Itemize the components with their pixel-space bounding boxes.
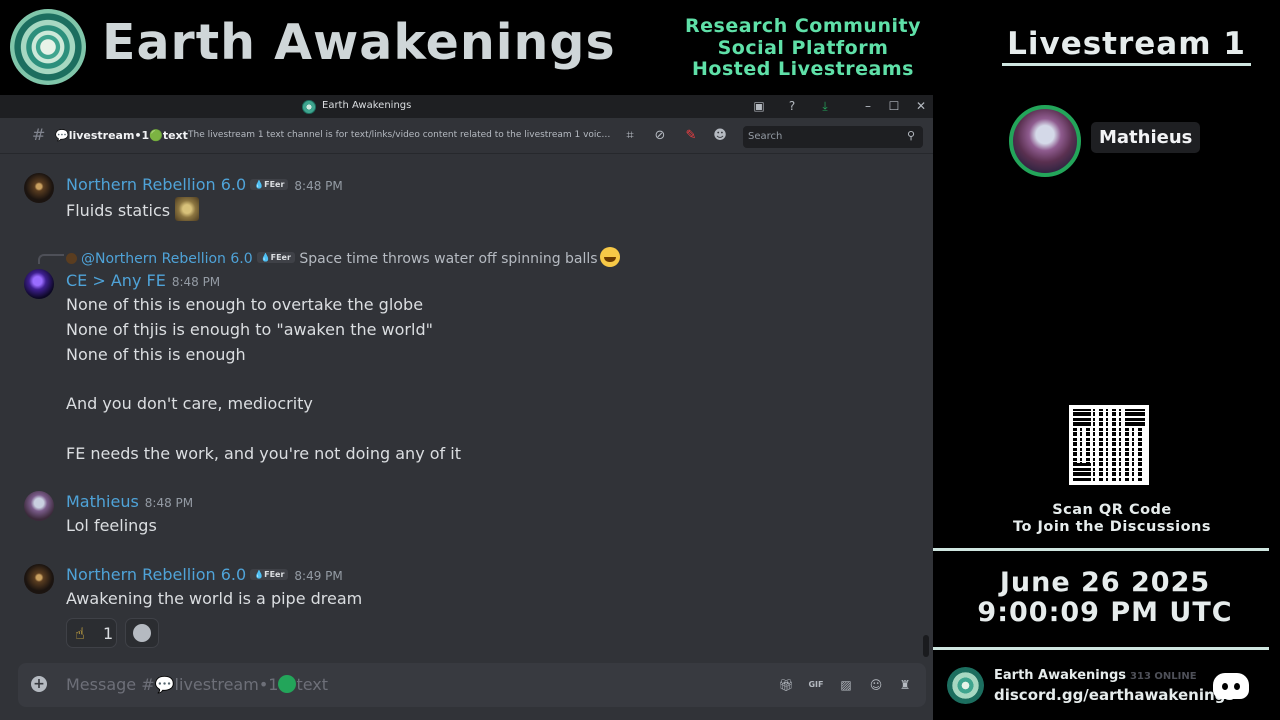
tagline-line: Social Platform [717, 36, 889, 59]
placeholder-channel: livestream•1 [174, 675, 279, 694]
green-circle-icon [278, 675, 297, 693]
gift-icon[interactable]: 🎁︎ [778, 677, 794, 693]
grinning-emoji-icon [599, 247, 620, 267]
speaker-name: Mathieus [1091, 122, 1201, 153]
add-icon[interactable]: + [31, 676, 47, 692]
avatar[interactable] [24, 269, 54, 299]
close-icon[interactable]: ✕ [913, 98, 929, 114]
server-name: Earth Awakenings 313 ONLINE [994, 668, 1197, 683]
search-placeholder: Search [748, 131, 783, 142]
role-badge: 💧FEer [250, 569, 289, 580]
app-logo-icon [302, 100, 316, 114]
search-input[interactable]: Search ⚲ [743, 126, 923, 148]
pointing-up-emoji-icon: ☝ [75, 624, 85, 643]
pin-icon[interactable]: ✎ [683, 128, 699, 144]
reaction-count: 1 [103, 624, 114, 643]
message-author[interactable]: Northern Rebellion 6.0 💧FEer 8:48 PM [66, 175, 343, 194]
message-text: Awakening the world is a pipe dream [66, 589, 363, 608]
timestamp: 8:48 PM [294, 179, 343, 193]
message-author[interactable]: Mathieus 8:48 PM [66, 492, 193, 511]
screen-share-icon[interactable]: ▣ [751, 98, 767, 114]
speaker-avatar [1009, 105, 1081, 177]
scan-line: To Join the Discussions [1012, 519, 1211, 535]
add-reaction-button[interactable] [125, 618, 159, 648]
sticker-icon[interactable]: ▨ [838, 677, 854, 693]
server-name-text: Earth Awakenings [994, 668, 1127, 683]
title-underline [1002, 63, 1251, 66]
reply-preview[interactable]: @Northern Rebellion 6.0 💧FEer Space time … [66, 247, 620, 267]
channel-topic[interactable]: The livestream 1 text channel is for tex… [188, 130, 613, 140]
message-list[interactable]: Northern Rebellion 6.0 💧FEer 8:48 PM Fluid… [0, 154, 933, 664]
banner-title: Earth Awakenings [102, 14, 616, 71]
placeholder-suffix: text [296, 675, 329, 694]
minimize-icon[interactable]: – [860, 98, 876, 114]
discord-logo-icon [1213, 673, 1249, 699]
scan-instructions: Scan QR Code To Join the Discussions [990, 502, 1234, 536]
tagline-line: Research Community [685, 15, 921, 37]
author-name[interactable]: Northern Rebellion 6.0 [66, 565, 246, 584]
tagline-line: Hosted Livestreams [692, 58, 914, 80]
help-icon[interactable]: ? [784, 98, 800, 114]
avatar[interactable] [24, 564, 54, 594]
channel-name: 💬livestream•1🟢text [55, 129, 188, 142]
author-name[interactable]: Mathieus [66, 492, 139, 511]
message-text: Fluids statics [66, 201, 171, 220]
gif-icon[interactable]: GIF [808, 677, 824, 693]
discord-window: Earth Awakenings ▣ ? ⤓ – ☐ ✕ # 💬livestre… [0, 95, 933, 720]
maximize-icon[interactable]: ☐ [886, 98, 902, 114]
window-titlebar: Earth Awakenings ▣ ? ⤓ – ☐ ✕ [0, 95, 933, 118]
message-input-placeholder[interactable]: Message #💬livestream•1 text [66, 675, 328, 694]
timestamp: 8:48 PM [171, 275, 221, 289]
server-logo-icon [947, 667, 984, 704]
divider [933, 647, 1269, 650]
message-content: Fluids statics [66, 197, 200, 224]
game-icon[interactable]: ♜ [897, 677, 913, 693]
livestream-title: Livestream 1 [1007, 26, 1246, 62]
banner: Earth Awakenings Research Community Soci… [0, 0, 933, 95]
reply-text: Space time throws water off spinning bal… [299, 251, 598, 267]
qr-code [1069, 405, 1149, 485]
members-icon[interactable]: ☻ [712, 128, 728, 144]
reaction-pill[interactable]: ☝ 1 [66, 618, 117, 648]
threads-icon[interactable]: ⌗ [622, 128, 638, 144]
stream-date: June 26 2025 [999, 567, 1211, 598]
timestamp: 8:48 PM [144, 496, 194, 510]
add-reaction-icon [133, 624, 151, 642]
placeholder-chat-emoji: 💬 [154, 675, 175, 694]
window-title: Earth Awakenings [322, 100, 412, 111]
avatar[interactable] [24, 173, 54, 203]
author-name[interactable]: CE > Any FE [66, 271, 166, 290]
stream-time: 9:00:09 PM UTC [977, 597, 1233, 628]
earth-awakenings-logo [10, 9, 86, 85]
banner-tagline: Research Community Social Platform Hoste… [672, 15, 934, 81]
divider [933, 548, 1269, 551]
reply-author[interactable]: @Northern Rebellion 6.0 [81, 251, 253, 267]
role-badge: 💧FEer [250, 179, 289, 190]
scan-line: Scan QR Code [1052, 502, 1172, 518]
message-text: Lol feelings [66, 516, 157, 535]
search-icon: ⚲ [907, 129, 916, 142]
mute-icon[interactable]: ⊘ [652, 128, 668, 144]
scrollbar[interactable] [923, 635, 929, 657]
avatar[interactable] [24, 491, 54, 521]
timestamp: 8:49 PM [294, 569, 343, 583]
emoji-icon[interactable]: ☺ [868, 677, 884, 693]
invite-link: discord.gg/earthawakenings [994, 686, 1235, 704]
online-count: 313 ONLINE [1130, 671, 1197, 682]
reply-connector [38, 254, 64, 264]
channel-header: # 💬livestream•1🟢text The livestream 1 te… [0, 118, 933, 154]
role-badge: 💧FEer [256, 252, 295, 263]
message-author[interactable]: CE > Any FE 8:48 PM [66, 271, 220, 290]
placeholder-prefix: Message # [66, 675, 155, 694]
stream-datetime: June 26 2025 9:00:09 PM UTC [950, 568, 1260, 628]
author-name[interactable]: Northern Rebellion 6.0 [66, 175, 246, 194]
download-icon[interactable]: ⤓ [817, 98, 833, 114]
message-text: None of this is enough to overtake the g… [66, 295, 461, 463]
custom-emoji[interactable] [175, 197, 200, 221]
hash-icon: # [32, 125, 46, 144]
message-composer[interactable]: + Message #💬livestream•1 text 🎁︎ GIF ▨ ☺ … [18, 663, 926, 707]
reply-avatar [66, 253, 77, 264]
message-author[interactable]: Northern Rebellion 6.0 💧FEer 8:49 PM [66, 565, 343, 584]
